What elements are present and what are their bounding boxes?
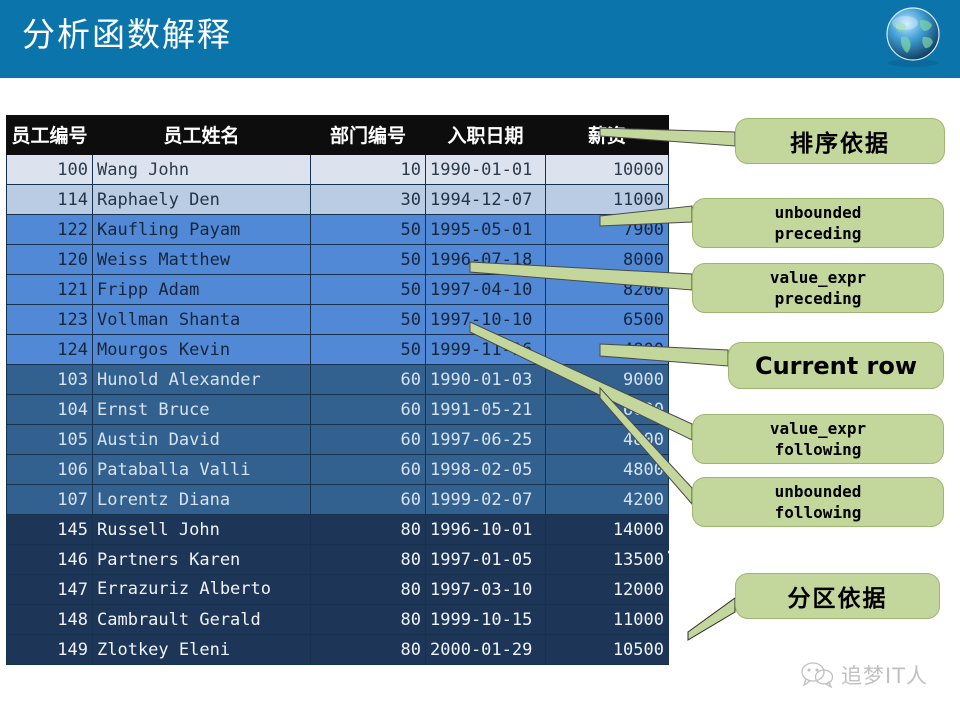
callout-unbounded-following-line2: following bbox=[774, 503, 862, 522]
callout-current-row-label: Current row bbox=[754, 351, 918, 380]
callout-unbounded-preceding[interactable]: unbounded preceding bbox=[692, 198, 944, 248]
callout-value-expr-preceding[interactable]: value_expr preceding bbox=[692, 263, 944, 313]
connector-order-by bbox=[599, 127, 736, 147]
callout-partition-by-label: 分区依据 bbox=[787, 586, 888, 612]
callout-order-by-label: 排序依据 bbox=[790, 131, 890, 157]
callout-value-expr-following-line1: value_expr bbox=[769, 418, 867, 438]
watermark-text: 追梦IT人 bbox=[841, 664, 929, 688]
connector-unbounded-preceding bbox=[599, 205, 693, 227]
callout-order-by[interactable]: 排序依据 bbox=[735, 118, 945, 164]
callout-unbounded-preceding-line2: preceding bbox=[774, 224, 862, 243]
connector-partition bbox=[687, 597, 736, 641]
callout-value-expr-following[interactable]: value_expr following bbox=[692, 414, 944, 464]
watermark: 追梦IT人 bbox=[800, 655, 950, 695]
callout-unbounded-preceding-line1: unbounded bbox=[774, 202, 862, 222]
callout-unbounded-following[interactable]: unbounded following bbox=[692, 477, 944, 527]
connector-current-row bbox=[599, 343, 729, 367]
callout-value-expr-preceding-line2: preceding bbox=[774, 289, 862, 308]
connector-value-expr-preceding bbox=[469, 261, 693, 291]
callout-partition-by[interactable]: 分区依据 bbox=[735, 573, 940, 619]
callout-current-row[interactable]: Current row bbox=[728, 342, 944, 389]
callout-value-expr-following-line2: following bbox=[774, 440, 862, 459]
connector-value-expr-following bbox=[469, 321, 693, 441]
callout-unbounded-following-line1: unbounded bbox=[774, 481, 862, 501]
callout-value-expr-preceding-line1: value_expr bbox=[769, 267, 867, 287]
wechat-icon bbox=[801, 662, 834, 689]
